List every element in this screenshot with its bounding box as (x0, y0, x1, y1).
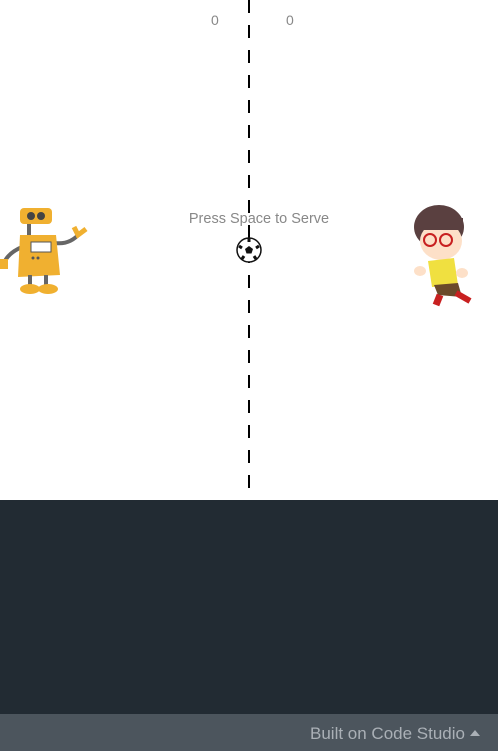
game-canvas[interactable]: 0 0 Press Space to Serve (0, 0, 498, 500)
score-right: 0 (286, 12, 294, 28)
boy-sprite (414, 205, 472, 307)
soccer-ball-icon (236, 237, 262, 263)
score-left: 0 (211, 12, 219, 28)
robot-sprite (0, 208, 88, 294)
caret-up-icon (470, 730, 480, 736)
footer-label: Built on Code Studio (310, 724, 465, 743)
footer-bar: Built on Code Studio (0, 714, 498, 751)
built-on-code-studio-link[interactable]: Built on Code Studio (310, 724, 480, 744)
